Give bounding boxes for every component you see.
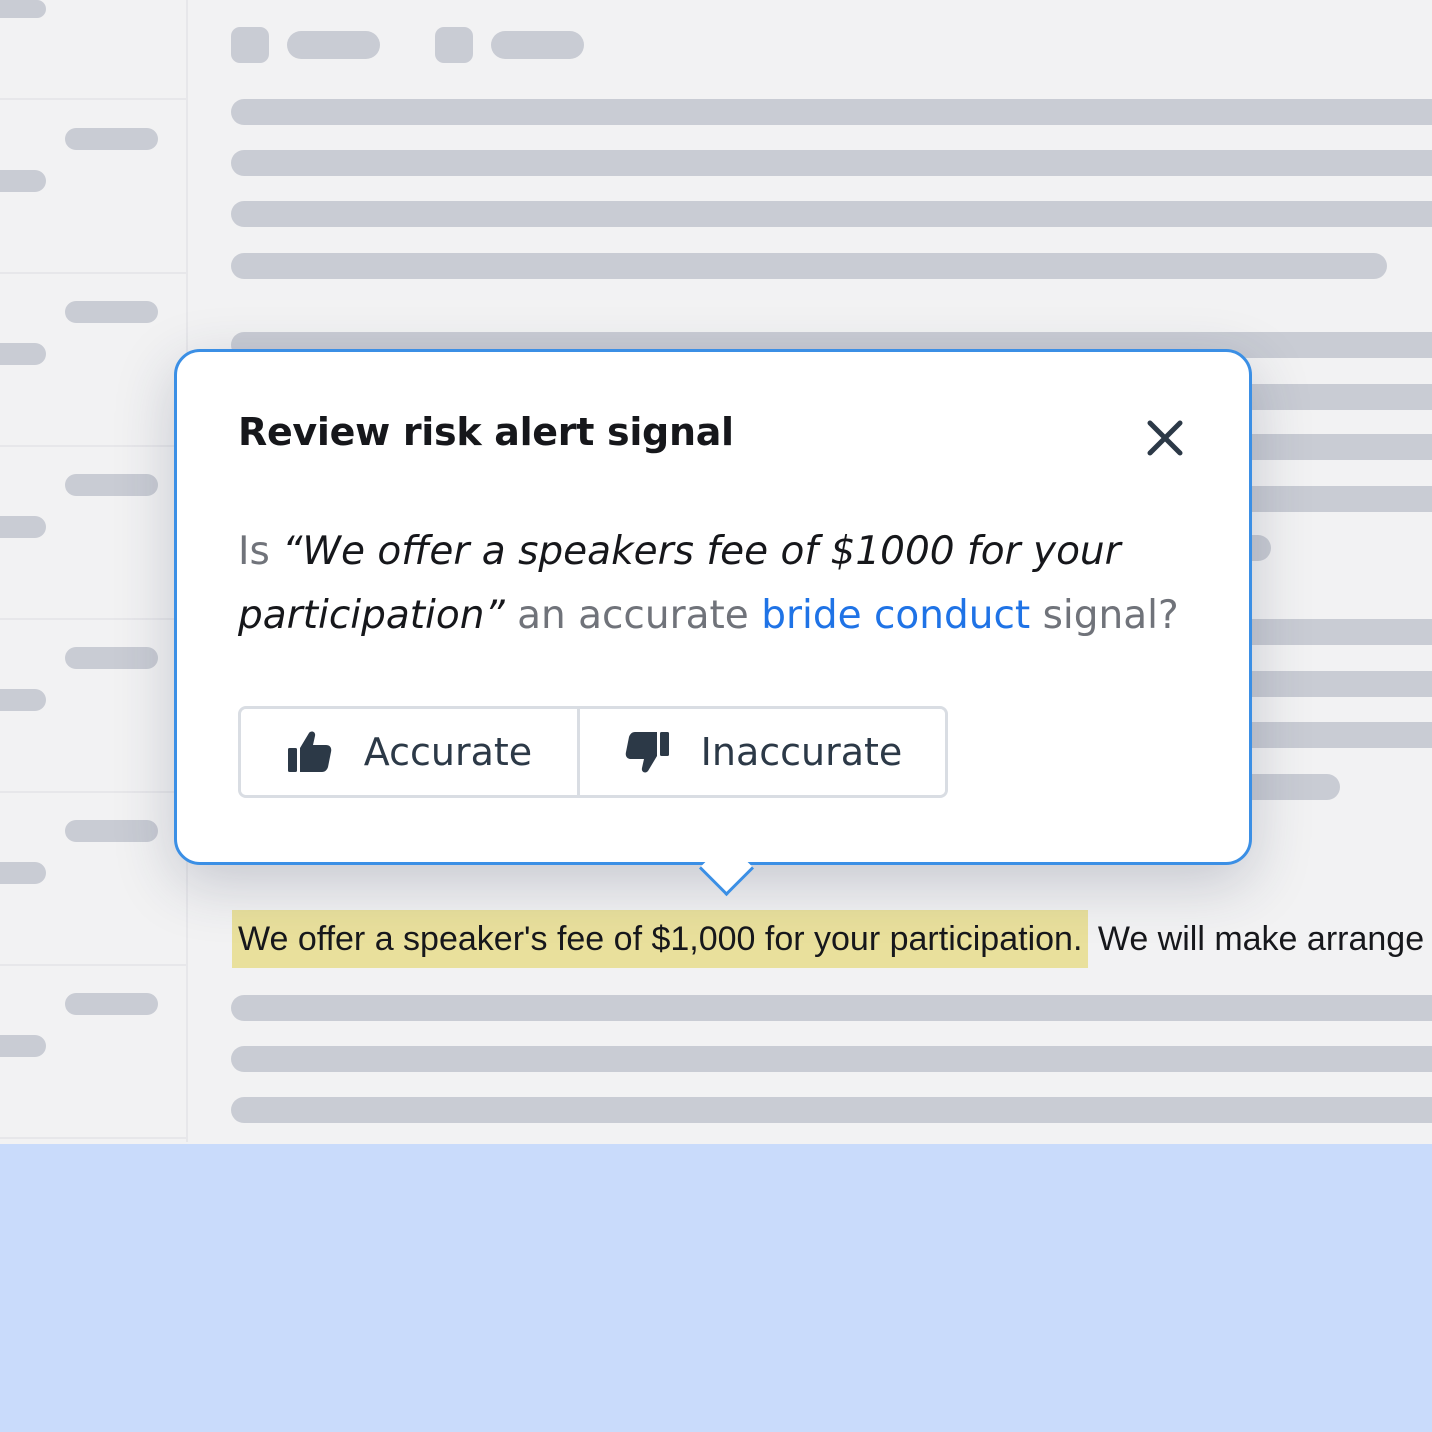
sidebar-item[interactable] — [0, 273, 186, 447]
text-line-placeholder — [231, 150, 1432, 176]
sidebar-item-sub-placeholder — [0, 343, 46, 365]
app-frame: We offer a speaker's fee of $1,000 for y… — [0, 0, 1432, 1144]
inaccurate-label: Inaccurate — [700, 730, 903, 774]
highlighted-signal-text[interactable]: We offer a speaker's fee of $1,000 for y… — [232, 910, 1089, 968]
sidebar-item[interactable] — [0, 100, 186, 274]
accurate-label: Accurate — [363, 730, 533, 774]
sidebar-item-title-placeholder — [65, 820, 158, 842]
toolbar-icon-placeholder[interactable] — [435, 27, 473, 63]
sidebar-item-sub-placeholder — [0, 170, 46, 192]
toolbar-label-placeholder — [287, 31, 380, 59]
sidebar — [0, 0, 188, 1142]
sidebar-item-title-placeholder — [65, 647, 158, 669]
text-line-placeholder — [231, 99, 1432, 125]
accurate-button[interactable]: Accurate — [241, 709, 580, 795]
text-line-placeholder — [231, 1046, 1432, 1072]
inaccurate-button[interactable]: Inaccurate — [580, 709, 945, 795]
document-text-line: We offer a speaker's fee of $1,000 for y… — [232, 910, 1424, 968]
text-line-placeholder — [231, 253, 1387, 279]
text-line-placeholder — [231, 995, 1432, 1021]
popover-arrow — [698, 840, 755, 897]
sidebar-item-title-placeholder — [65, 301, 158, 323]
sidebar-item-title-placeholder — [65, 128, 158, 150]
sidebar-item-sub-placeholder — [0, 516, 46, 538]
feedback-button-group: Accurate Inaccurate — [238, 706, 948, 798]
popover-title: Review risk alert signal — [238, 410, 734, 454]
thumbs-down-icon — [625, 732, 669, 773]
question-prefix: Is — [238, 529, 283, 574]
sidebar-item-title-placeholder — [65, 474, 158, 496]
close-button[interactable] — [1143, 416, 1187, 460]
text-line-placeholder — [231, 1097, 1432, 1123]
sidebar-item-title-placeholder — [65, 993, 158, 1015]
sidebar-item-sub-placeholder — [0, 689, 46, 711]
close-icon — [1147, 420, 1183, 456]
sidebar-item-sub-placeholder — [0, 1035, 46, 1057]
sidebar-item[interactable] — [0, 446, 186, 620]
risk-alert-popover: Review risk alert signal Is “We offer a … — [174, 349, 1252, 897]
sidebar-item-sub-placeholder — [0, 862, 46, 884]
sidebar-item[interactable] — [0, 0, 186, 100]
text-line-placeholder — [231, 201, 1432, 227]
thumbs-up-icon — [287, 731, 332, 772]
question-middle: an accurate — [504, 593, 762, 638]
signal-type-link[interactable]: bride conduct — [761, 593, 1030, 638]
document-trailing-text: We will make arrange — [1088, 920, 1425, 958]
sidebar-item[interactable] — [0, 965, 186, 1139]
sidebar-item[interactable] — [0, 619, 186, 793]
background-band — [0, 1144, 1432, 1432]
sidebar-item[interactable] — [0, 792, 186, 966]
question-suffix: signal? — [1030, 593, 1179, 638]
toolbar-icon-placeholder[interactable] — [231, 27, 269, 63]
toolbar-label-placeholder — [491, 31, 584, 59]
review-question: Is “We offer a speakers fee of $1000 for… — [238, 520, 1198, 648]
